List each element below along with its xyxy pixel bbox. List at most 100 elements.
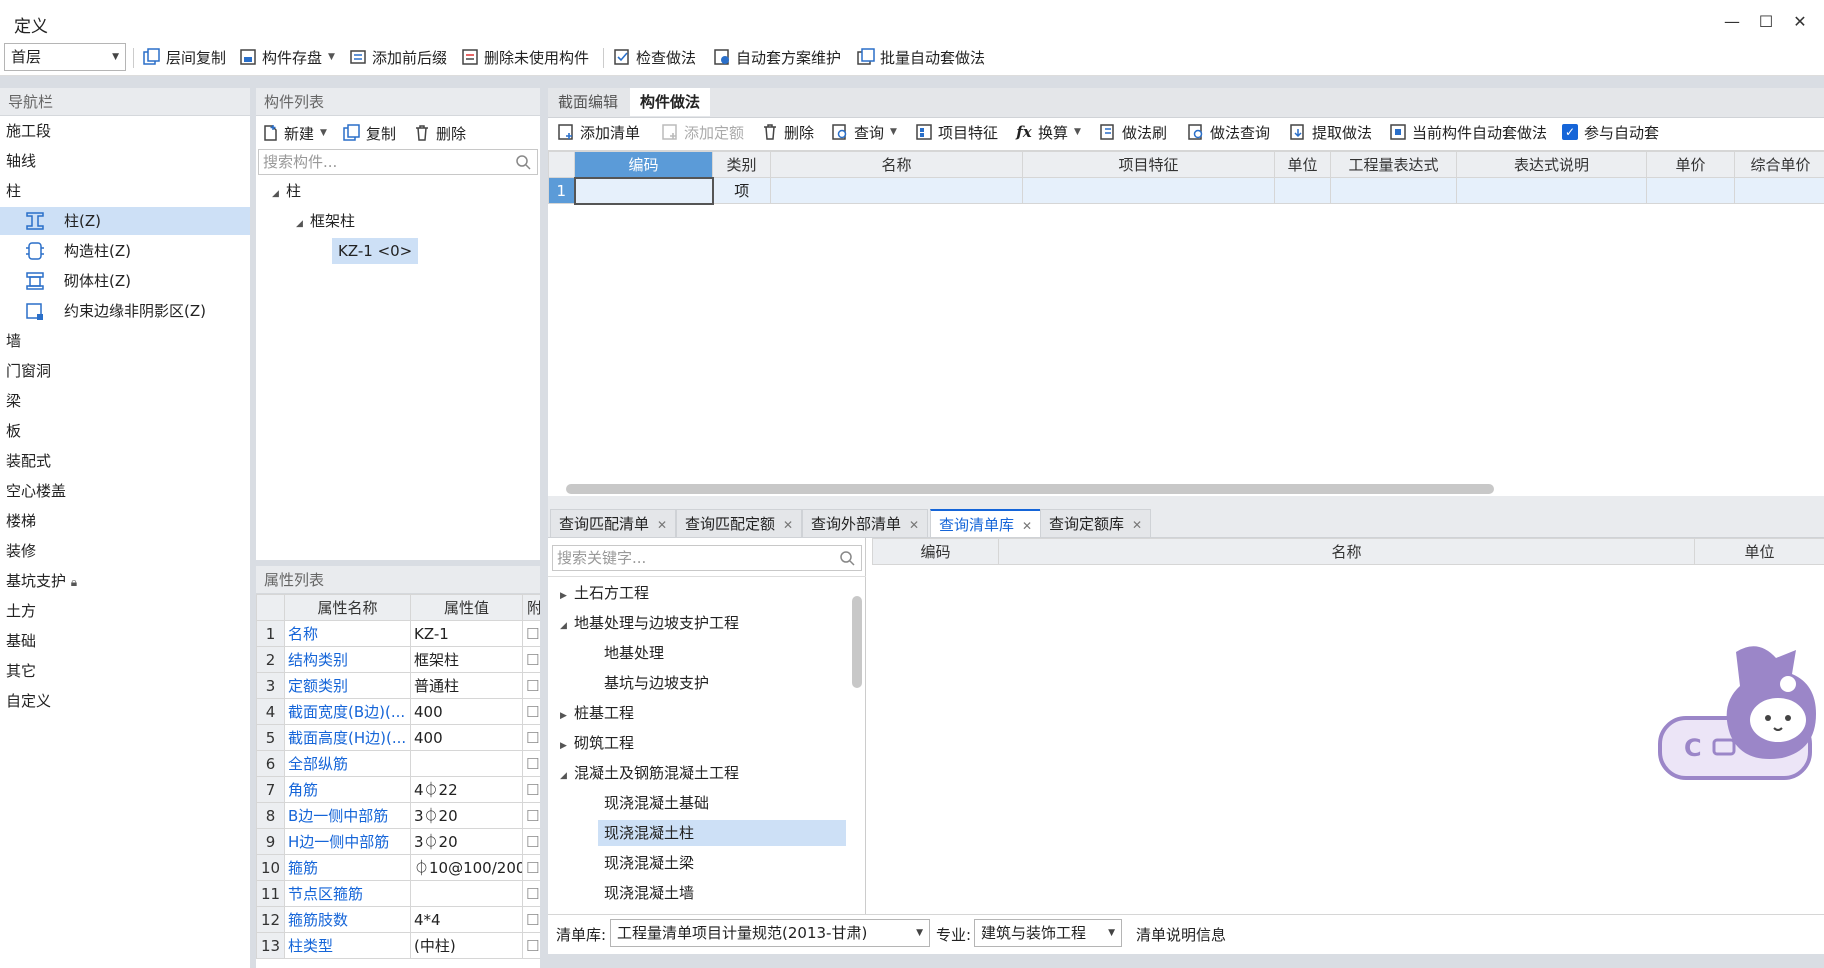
tree-scrollbar[interactable]: [852, 596, 862, 688]
item-feature-button[interactable]: 项目特征: [914, 119, 998, 145]
current-auto-method-button[interactable]: 当前构件自动套做法: [1388, 119, 1547, 145]
add-list-button[interactable]: 添加清单: [556, 119, 640, 145]
close-icon[interactable]: ✕: [909, 518, 919, 532]
delete-method-button[interactable]: 删除: [760, 119, 814, 145]
nav-item-earthwork[interactable]: 土方: [0, 597, 250, 625]
prop-name[interactable]: H边一侧中部筋: [284, 828, 411, 855]
header-code[interactable]: 编码: [574, 151, 713, 178]
component-search-input[interactable]: 搜索构件...: [258, 149, 538, 175]
cell-type[interactable]: 项: [712, 177, 771, 204]
prop-extra-checkbox[interactable]: ☐: [522, 646, 540, 673]
tree-node[interactable]: 地基处理: [598, 640, 664, 666]
prop-value[interactable]: [410, 750, 523, 777]
prop-name[interactable]: 截面高度(H边)(...: [284, 724, 411, 751]
prop-value[interactable]: 400: [410, 724, 523, 751]
table-row[interactable]: 1 名称 KZ-1 ☐: [256, 620, 540, 647]
prop-name[interactable]: 箍筋肢数: [284, 906, 411, 933]
prop-extra-checkbox[interactable]: ☐: [522, 672, 540, 699]
extract-method-button[interactable]: 提取做法: [1288, 119, 1372, 145]
prop-extra-checkbox[interactable]: ☐: [522, 802, 540, 829]
list-lib-select[interactable]: 工程量清单项目计量规范(2013-甘肃) ▼: [610, 919, 930, 947]
tree-node[interactable]: ◢ 地基处理与边坡支护工程: [560, 610, 739, 636]
tree-node[interactable]: ▶ 土石方工程: [560, 580, 649, 606]
close-icon[interactable]: ✕: [1132, 518, 1142, 532]
table-row[interactable]: 7 角筋 4⏀22 ☐: [256, 776, 540, 803]
header-unit[interactable]: 单位: [1274, 151, 1331, 178]
prop-name[interactable]: 角筋: [284, 776, 411, 803]
prop-name[interactable]: 柱类型: [284, 932, 411, 959]
nav-item-axis[interactable]: 轴线: [0, 147, 250, 175]
grid-scrollbar[interactable]: [566, 484, 1494, 494]
nav-item-beam[interactable]: 梁: [0, 387, 250, 415]
prop-name[interactable]: 名称: [284, 620, 411, 647]
header-expr-desc[interactable]: 表达式说明: [1456, 151, 1647, 178]
header-total-price[interactable]: 综合单价: [1734, 151, 1824, 178]
table-row[interactable]: 13 柱类型 (中柱) ☐: [256, 932, 540, 959]
prop-value[interactable]: 4*4: [410, 906, 523, 933]
tree-node[interactable]: 现浇混凝土梁: [598, 850, 694, 876]
prop-name[interactable]: B边一侧中部筋: [284, 802, 411, 829]
tab-list-library[interactable]: 查询清单库 ✕: [930, 509, 1042, 537]
table-row[interactable]: 2 结构类别 框架柱 ☐: [256, 646, 540, 673]
table-row[interactable]: 3 定额类别 普通柱 ☐: [256, 672, 540, 699]
prop-value[interactable]: KZ-1: [410, 620, 523, 647]
prop-value[interactable]: 框架柱: [410, 646, 523, 673]
delete-unused-button[interactable]: 删除未使用构件: [460, 44, 589, 70]
nav-item-column[interactable]: 柱: [0, 177, 250, 205]
prop-extra-checkbox[interactable]: ☐: [522, 854, 540, 881]
header-type[interactable]: 类别: [712, 151, 771, 178]
keyword-search-input[interactable]: 搜索关键字...: [552, 545, 862, 571]
close-icon[interactable]: ✕: [783, 518, 793, 532]
nav-item-wall[interactable]: 墙: [0, 327, 250, 355]
batch-auto-method-button[interactable]: 批量自动套做法: [856, 44, 985, 70]
expand-arrow-icon[interactable]: ◢: [272, 181, 286, 207]
copy-component-button[interactable]: 复制: [342, 120, 396, 146]
close-icon[interactable]: ✕: [1022, 519, 1032, 533]
query-button[interactable]: 查询 ▼: [830, 119, 897, 145]
nav-item-stair[interactable]: 楼梯: [0, 507, 250, 535]
header-feature[interactable]: 项目特征: [1022, 151, 1275, 178]
maximize-icon[interactable]: ☐: [1750, 6, 1782, 36]
convert-button[interactable]: fx 换算 ▼: [1014, 119, 1081, 145]
nav-item-door-window[interactable]: 门窗洞: [0, 357, 250, 385]
nav-item-hollow-floor[interactable]: 空心楼盖: [0, 477, 250, 505]
floor-select[interactable]: 首层 ▼: [4, 43, 126, 71]
prop-extra-checkbox[interactable]: ☐: [522, 698, 540, 725]
table-row[interactable]: 4 截面宽度(B边)(... 400 ☐: [256, 698, 540, 725]
header-result-code[interactable]: 编码: [872, 538, 999, 565]
tab-match-list[interactable]: 查询匹配清单 ✕: [550, 509, 677, 537]
close-icon[interactable]: ✕: [657, 518, 667, 532]
table-row[interactable]: 8 B边一侧中部筋 3⏀20 ☐: [256, 802, 540, 829]
nav-item-custom[interactable]: 自定义: [0, 687, 250, 715]
method-query-button[interactable]: 做法查询: [1186, 119, 1270, 145]
prop-value[interactable]: 3⏀20: [410, 802, 523, 829]
tree-node[interactable]: ▶ 桩基工程: [560, 700, 634, 726]
table-row[interactable]: 9 H边一侧中部筋 3⏀20 ☐: [256, 828, 540, 855]
header-name[interactable]: 名称: [770, 151, 1023, 178]
prop-name[interactable]: 截面宽度(B边)(...: [284, 698, 411, 725]
collapse-arrow-icon[interactable]: ◢: [560, 763, 574, 789]
nav-subitem-constraint-edge[interactable]: 约束边缘非阴影区(Z): [0, 297, 250, 325]
major-select[interactable]: 建筑与装饰工程 ▼: [974, 919, 1122, 947]
expand-arrow-icon[interactable]: ▶: [560, 583, 574, 609]
list-info-link[interactable]: 清单说明信息: [1136, 924, 1226, 945]
auto-participate-checkbox[interactable]: ✓ 参与自动套: [1562, 119, 1659, 145]
table-row[interactable]: 6 全部纵筋 ☐: [256, 750, 540, 777]
tree-node[interactable]: 现浇混凝土柱: [598, 820, 846, 846]
prop-value[interactable]: (中柱): [410, 932, 523, 959]
close-icon[interactable]: ✕: [1784, 6, 1816, 36]
expand-arrow-icon[interactable]: ◢: [296, 211, 310, 237]
tree-node-column[interactable]: ◢ 柱: [272, 178, 301, 204]
prop-value[interactable]: 普通柱: [410, 672, 523, 699]
auto-plan-maintenance-button[interactable]: 自动套方案维护: [712, 44, 841, 70]
prop-name[interactable]: 定额类别: [284, 672, 411, 699]
table-row[interactable]: 1 项: [548, 176, 1824, 205]
tab-external-list[interactable]: 查询外部清单 ✕: [802, 509, 929, 537]
table-row[interactable]: 5 截面高度(H边)(... 400 ☐: [256, 724, 540, 751]
prop-extra-checkbox[interactable]: ☐: [522, 724, 540, 751]
header-result-unit[interactable]: 单位: [1694, 538, 1824, 565]
tree-node-kz1[interactable]: KZ-1 <0>: [332, 238, 419, 264]
tree-node[interactable]: 现浇混凝土墙: [598, 880, 694, 906]
tab-section-edit[interactable]: 截面编辑: [548, 88, 628, 116]
tree-node[interactable]: 基坑与边坡支护: [598, 670, 709, 696]
